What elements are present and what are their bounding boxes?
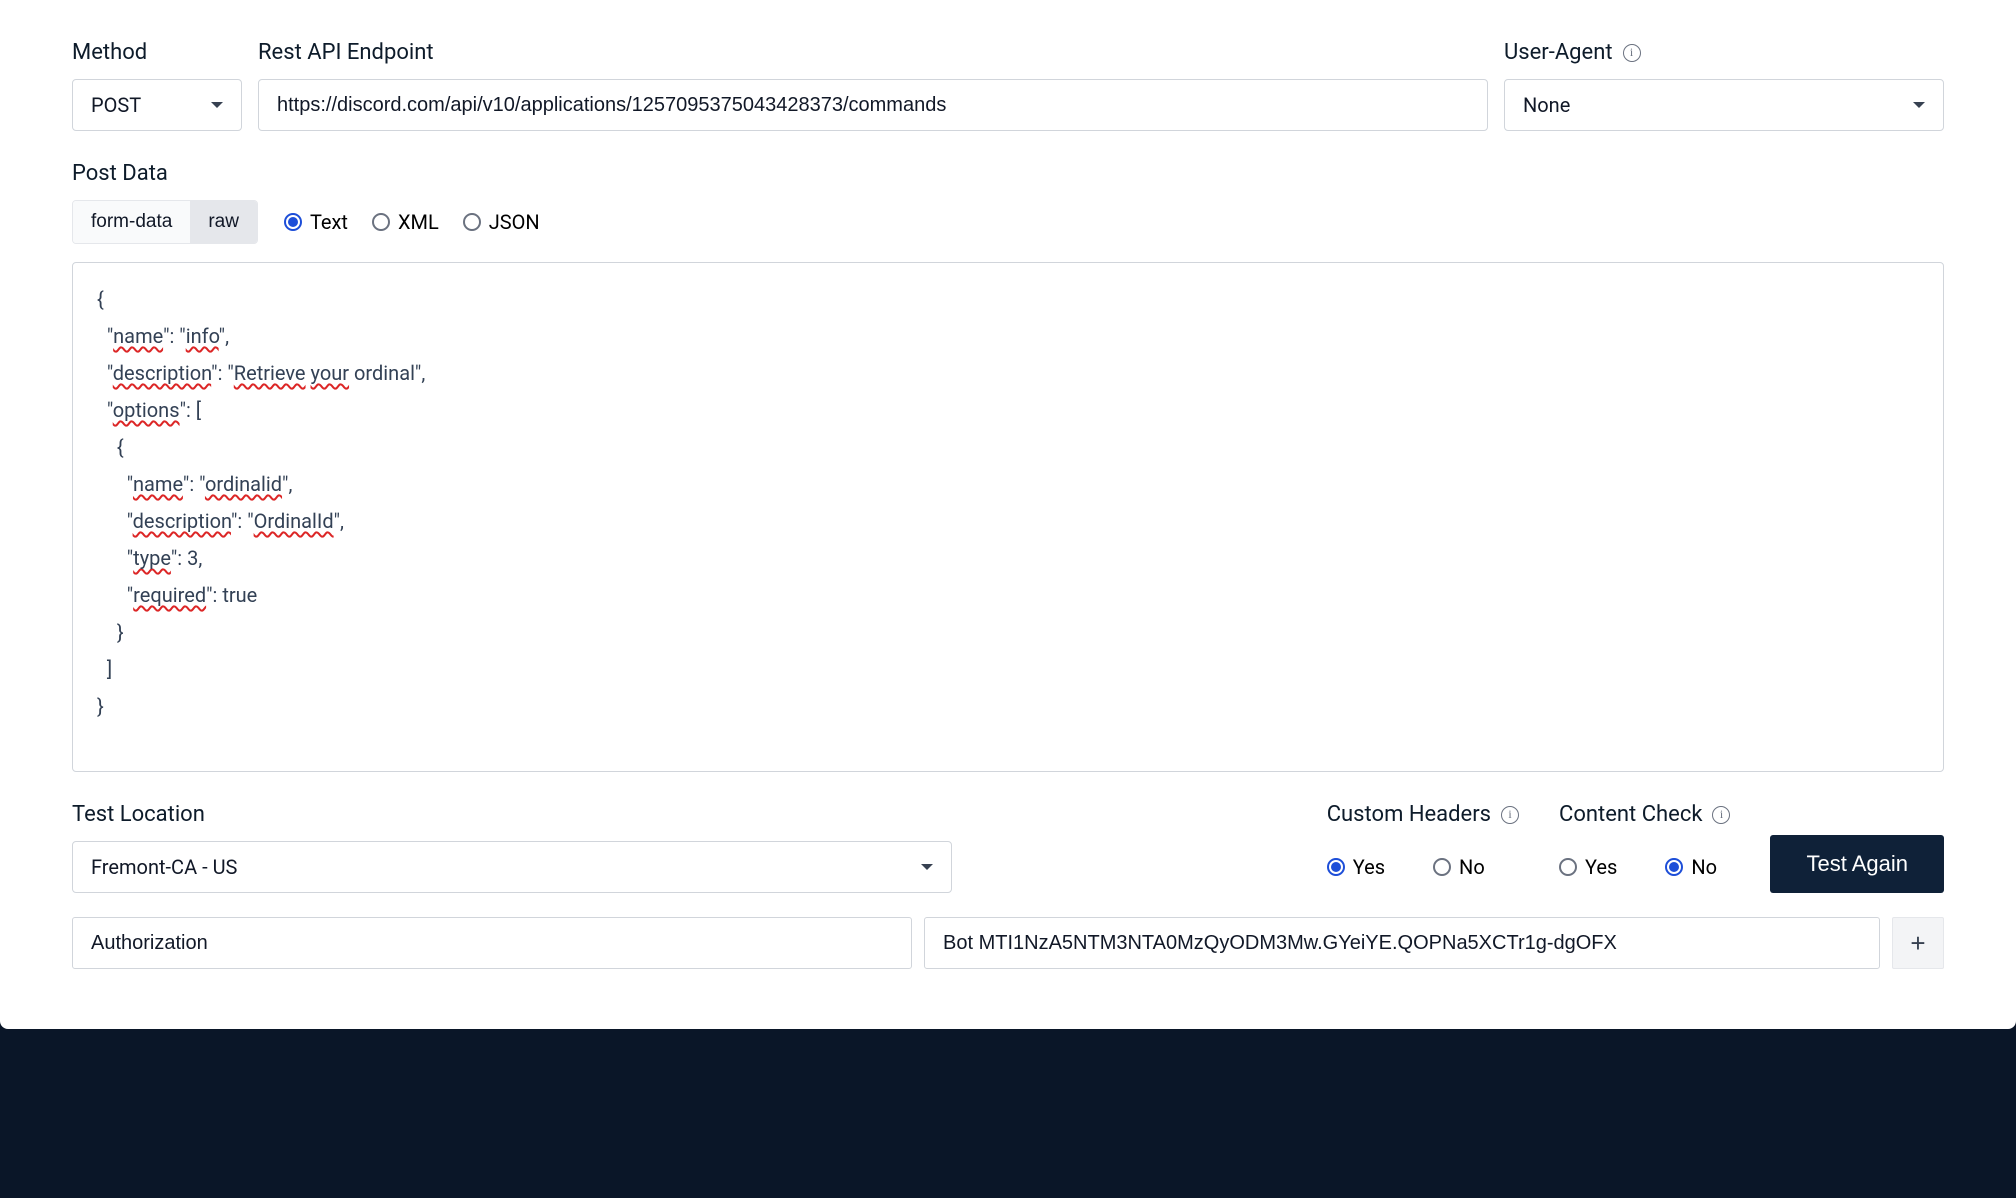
info-icon[interactable]: i [1623,44,1641,62]
endpoint-input[interactable] [258,79,1488,131]
test-location-field: Test Location Fremont-CA - US [72,802,952,893]
test-again-button[interactable]: Test Again [1770,835,1944,893]
info-icon[interactable]: i [1712,806,1730,824]
body-type-tabs: form-data raw [72,200,258,244]
radio-icon [463,213,481,231]
test-location-select[interactable]: Fremont-CA - US [72,841,952,893]
chevron-down-icon [921,864,933,870]
custom-headers-yes[interactable]: Yes [1327,855,1385,879]
tab-form-data[interactable]: form-data [73,201,190,243]
user-agent-label: User-Agent i [1504,40,1944,65]
content-check-yes[interactable]: Yes [1559,855,1617,879]
api-test-form: Method POST Rest API Endpoint User-Agent… [0,0,2016,1029]
add-header-button[interactable]: + [1892,917,1944,969]
radio-icon [1433,858,1451,876]
custom-header-row: + [72,917,1944,969]
custom-headers-label: Custom Headers i [1327,802,1519,827]
user-agent-value: None [1523,93,1570,117]
user-agent-select[interactable]: None [1504,79,1944,131]
test-location-value: Fremont-CA - US [91,855,237,879]
custom-headers-no[interactable]: No [1433,855,1485,879]
radio-icon [1327,858,1345,876]
post-data-label: Post Data [72,161,1944,186]
radio-icon [372,213,390,231]
content-check-label: Content Check i [1559,802,1730,827]
chevron-down-icon [1913,102,1925,108]
radio-icon [1665,858,1683,876]
test-location-label: Test Location [72,802,952,827]
radio-icon [284,213,302,231]
post-data-controls: form-data raw Text XML JSON [72,200,1944,244]
test-button-wrap: Test Again [1770,835,1944,893]
header-value-input[interactable] [924,917,1880,969]
method-label: Method [72,40,242,65]
radio-json[interactable]: JSON [463,210,540,234]
post-body-textarea[interactable]: { "name": "info", "description": "Retrie… [72,262,1944,772]
post-data-section: Post Data form-data raw Text XML JSON [72,161,1944,772]
test-settings-row: Test Location Fremont-CA - US Custom Hea… [72,802,1944,893]
body-format-radios: Text XML JSON [284,210,540,234]
request-line-row: Method POST Rest API Endpoint User-Agent… [72,40,1944,131]
method-select[interactable]: POST [72,79,242,131]
radio-text[interactable]: Text [284,210,348,234]
radio-icon [1559,858,1577,876]
method-field: Method POST [72,40,242,131]
plus-icon: + [1910,928,1925,959]
content-check-field: Content Check i Yes No [1559,802,1730,893]
endpoint-label: Rest API Endpoint [258,40,1488,65]
info-icon[interactable]: i [1501,806,1519,824]
user-agent-field: User-Agent i None [1504,40,1944,131]
radio-xml[interactable]: XML [372,210,439,234]
content-check-no[interactable]: No [1665,855,1717,879]
tab-raw[interactable]: raw [190,201,257,243]
custom-headers-field: Custom Headers i Yes No [1327,802,1519,893]
chevron-down-icon [211,102,223,108]
method-value: POST [91,93,141,117]
header-key-input[interactable] [72,917,912,969]
endpoint-field: Rest API Endpoint [258,40,1488,131]
